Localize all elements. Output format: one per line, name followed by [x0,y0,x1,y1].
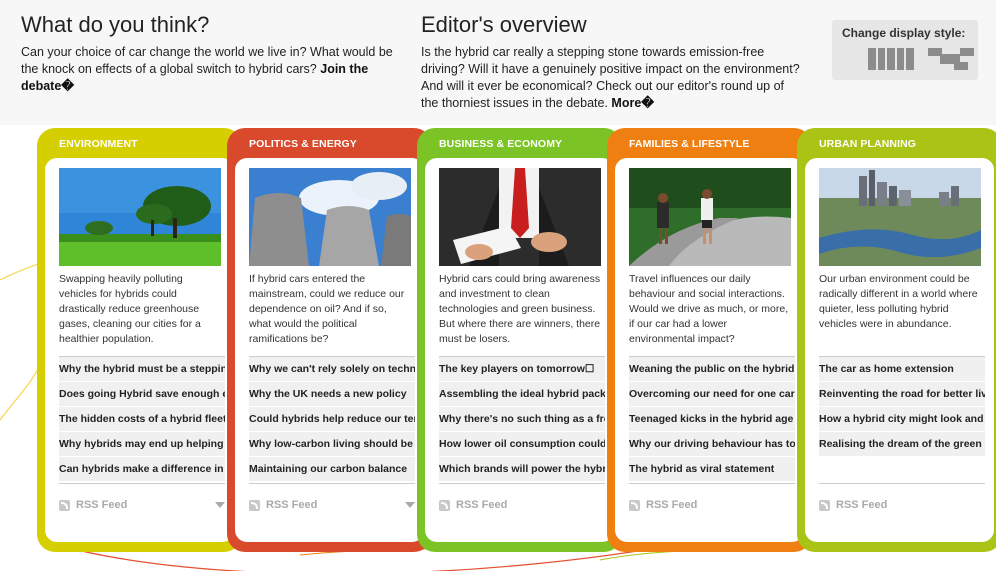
article-link[interactable]: Teenaged kicks in the hybrid age [629,407,795,431]
divider [819,483,985,484]
card-title[interactable]: POLITICS & ENERGY [249,138,357,150]
article-link[interactable]: The hybrid as viral statement [629,457,795,481]
columns-view-icon[interactable] [868,48,914,70]
article-link[interactable]: Why the UK needs a new policy [249,382,415,406]
article-link[interactable]: Which brands will power the hybrid age [439,457,605,481]
rss-feed-link[interactable]: RSS Feed [249,499,317,511]
article-link[interactable]: The car as home extension [819,357,985,381]
article-link[interactable]: Why low-carbon living should be policy [249,432,415,456]
category-card-environment: ENVIRONMENT Swapping heavily polluting ve… [37,128,242,552]
article-link[interactable]: Why the hybrid must be a stepping stone [59,357,225,381]
card-title[interactable]: URBAN PLANNING [819,138,916,150]
what-do-you-think-title: What do you think? [21,12,210,37]
rss-feed-link[interactable]: RSS Feed [629,499,697,511]
card-description: Travel influences our daily behaviour an… [629,273,789,345]
category-card-urban-planning: URBAN PLANNING Our urban environment coul… [797,128,996,552]
more-link[interactable]: More� [611,96,654,110]
card-link-list: Why we can't rely solely on technologyWh… [249,356,415,481]
card-link-list: The key players on tomorrow☐ Assembling t… [439,356,605,481]
card-body: If hybrid cars entered the mainstream, c… [235,158,424,542]
display-style-panel: Change display style: [832,20,978,80]
article-link[interactable]: Maintaining our carbon balance [249,457,415,481]
card-description: Hybrid cars could bring awareness and in… [439,273,601,345]
what-do-you-think-section: What do you think? Can your choice of ca… [21,12,401,95]
divider [59,483,225,484]
article-link[interactable]: Weaning the public on the hybrid [629,357,795,381]
article-link[interactable]: The hidden costs of a hybrid fleet [59,407,225,431]
card-description: Swapping heavily polluting vehicles for … [59,273,201,345]
card-title[interactable]: FAMILIES & LIFESTYLE [629,138,749,150]
divider [629,483,795,484]
display-style-label: Change display style: [842,26,966,40]
article-link[interactable]: Realising the dream of the green city [819,432,985,456]
card-description: If hybrid cars entered the mainstream, c… [249,273,405,345]
rss-icon [819,499,830,511]
what-do-you-think-text: Can your choice of car change the world … [21,44,401,95]
article-link[interactable]: How lower oil consumption could help [439,432,605,456]
category-card-politics-energy: POLITICS & ENERGY If hybrid cars entered … [227,128,432,552]
editors-overview-text: Is the hybrid car really a stepping ston… [421,44,801,112]
rss-icon [439,499,450,511]
rss-icon [59,499,70,511]
card-photo [59,168,221,266]
card-body: Travel influences our daily behaviour an… [615,158,804,542]
divider [439,483,605,484]
chevron-down-icon[interactable] [405,502,415,508]
rss-feed-label: RSS Feed [76,499,128,511]
card-title[interactable]: BUSINESS & ECONOMY [439,138,562,150]
article-link[interactable]: Assembling the ideal hybrid package [439,382,605,406]
editors-overview-section: Editor's overview Is the hybrid car real… [421,12,801,112]
rss-feed-label: RSS Feed [266,499,318,511]
chevron-down-icon[interactable] [215,502,225,508]
rss-feed-link[interactable]: RSS Feed [819,499,887,511]
card-body: Our urban environment could be radically… [805,158,994,542]
card-photo [629,168,791,266]
rss-feed-link[interactable]: RSS Feed [59,499,127,511]
article-link[interactable]: Can hybrids make a difference in time [59,457,225,481]
article-link[interactable]: Overcoming our need for one car [629,382,795,406]
card-photo [249,168,411,266]
article-link[interactable]: The key players on tomorrow☐ [439,357,605,381]
article-link[interactable]: Why hybrids may end up helping oil [59,432,225,456]
category-card-families-lifestyle: FAMILIES & LIFESTYLE Travel influences ou… [607,128,812,552]
card-title[interactable]: ENVIRONMENT [59,138,138,150]
rss-feed-label: RSS Feed [646,499,698,511]
rss-feed-link[interactable]: RSS Feed [439,499,507,511]
card-description: Our urban environment could be radically… [819,273,978,330]
rss-icon [629,499,640,511]
card-body: Hybrid cars could bring awareness and in… [425,158,614,542]
rss-feed-label: RSS Feed [456,499,508,511]
card-photo [819,168,981,266]
article-link[interactable]: Why our driving behaviour has to change [629,432,795,456]
article-link[interactable]: Does going Hybrid save enough emissions [59,382,225,406]
article-link[interactable]: Why there's no such thing as a free ride [439,407,605,431]
card-link-list: Weaning the public on the hybrid Overcomi… [629,356,795,481]
card-body: Swapping heavily polluting vehicles for … [45,158,234,542]
card-photo [439,168,601,266]
stacked-view-icon[interactable] [928,46,974,72]
card-link-list: Why the hybrid must be a stepping stoneD… [59,356,225,481]
article-link[interactable]: How a hybrid city might look and feel [819,407,985,431]
rss-icon [249,499,260,511]
article-link[interactable]: Why we can't rely solely on technology [249,357,415,381]
rss-feed-label: RSS Feed [836,499,888,511]
editors-overview-title: Editor's overview [421,12,587,37]
divider [249,483,415,484]
article-link[interactable]: Could hybrids help reduce our tensions [249,407,415,431]
card-link-list: The car as home extension Reinventing the… [819,356,985,456]
article-link[interactable]: Reinventing the road for better living [819,382,985,406]
category-card-business-economy: BUSINESS & ECONOMY Hybrid cars could brin… [417,128,622,552]
